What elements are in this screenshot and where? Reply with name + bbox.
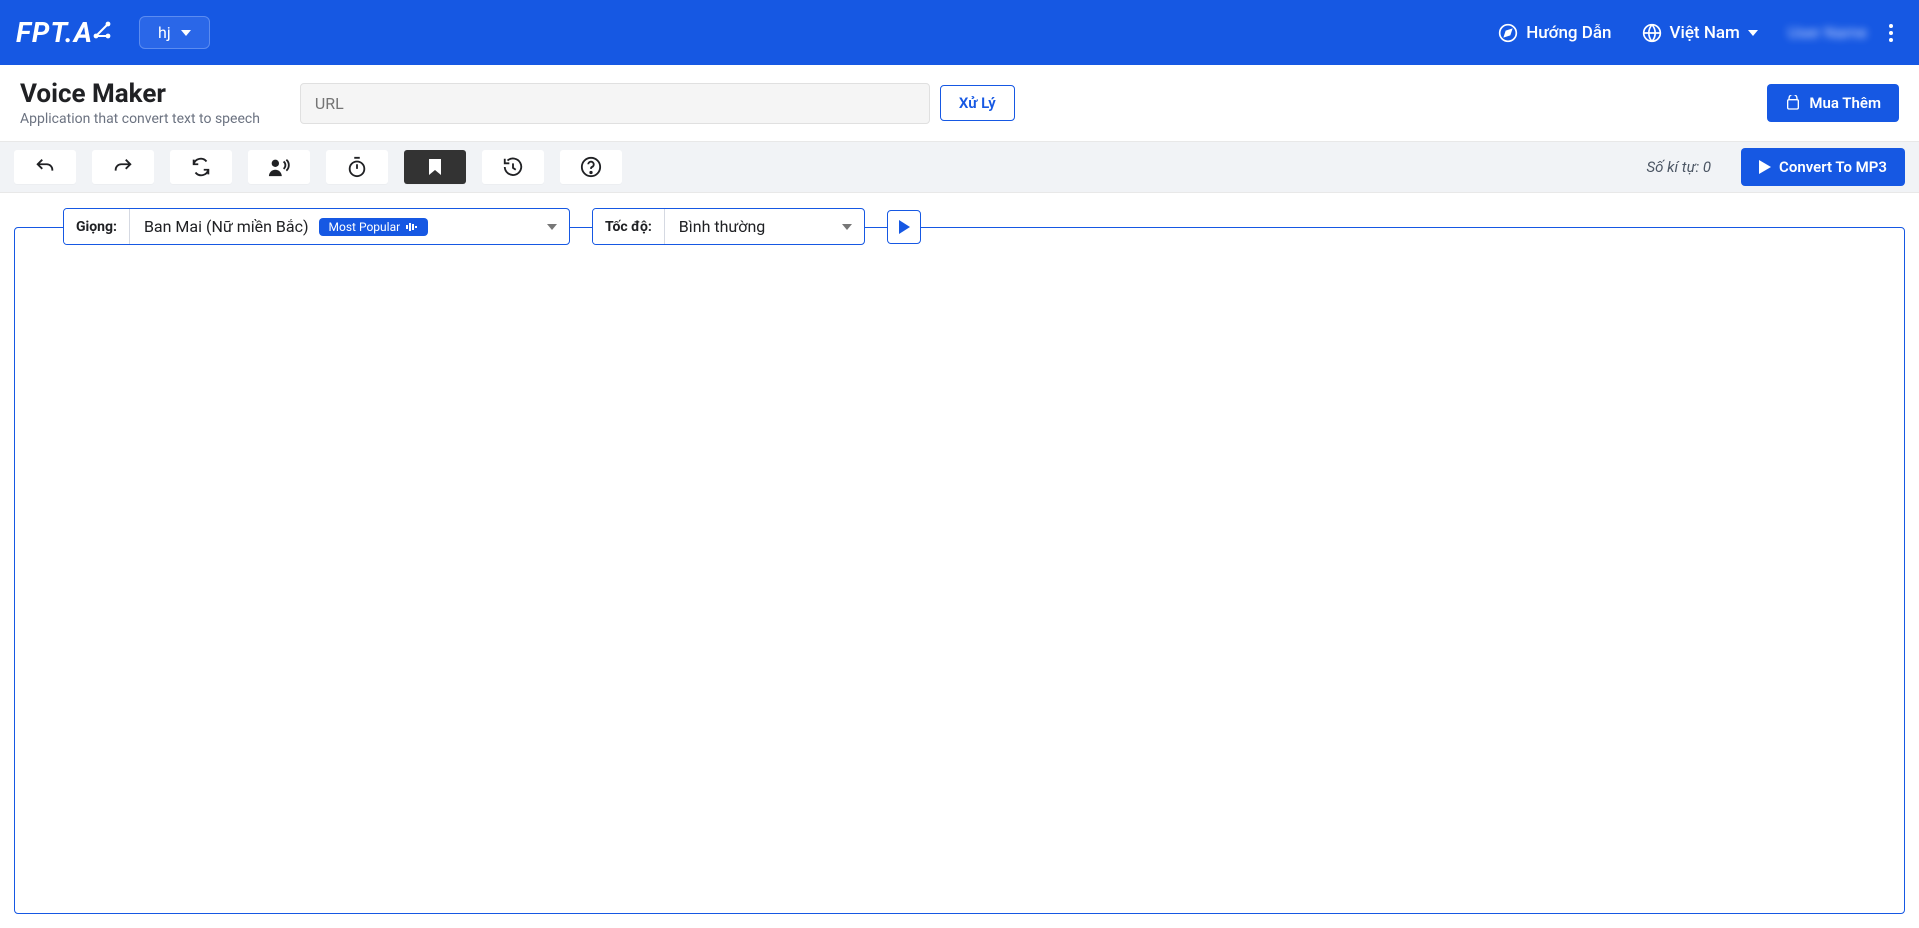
char-count: Số kí tự: 0: [1647, 158, 1712, 176]
editor-wrapper: Giọng: Ban Mai (Nữ miền Bắc) Most Popula…: [0, 227, 1919, 928]
timer-button[interactable]: [326, 150, 388, 184]
speed-select[interactable]: Bình thường: [664, 209, 864, 244]
voice-value: Ban Mai (Nữ miền Bắc): [144, 217, 309, 236]
redo-icon: [112, 156, 134, 178]
chevron-down-icon: [547, 224, 557, 230]
editor-textarea[interactable]: Giọng: Ban Mai (Nữ miền Bắc) Most Popula…: [14, 227, 1905, 914]
guide-label: Hướng Dẫn: [1526, 23, 1611, 43]
chevron-down-icon: [1748, 30, 1758, 36]
undo-icon: [34, 156, 56, 178]
shopping-bag-icon: [1785, 95, 1801, 111]
voice-badge: Most Popular: [319, 218, 429, 236]
bookmark-button[interactable]: [404, 150, 466, 184]
undo-button[interactable]: [14, 150, 76, 184]
play-icon: [899, 220, 910, 234]
redo-button[interactable]: [92, 150, 154, 184]
toolbar: Số kí tự: 0 Convert To MP3: [0, 142, 1919, 193]
find-replace-button[interactable]: [170, 150, 232, 184]
guide-link[interactable]: Hướng Dẫn: [1498, 23, 1611, 43]
help-button[interactable]: [560, 150, 622, 184]
title-block: Voice Maker Application that convert tex…: [20, 79, 260, 127]
sound-bars-icon: [406, 222, 418, 232]
subheader: Voice Maker Application that convert tex…: [0, 65, 1919, 142]
url-input[interactable]: [300, 83, 930, 124]
chevron-down-icon: [842, 224, 852, 230]
page-subtitle: Application that convert text to speech: [20, 111, 260, 127]
preview-play-button[interactable]: [887, 210, 921, 244]
logo-spark-icon: [93, 20, 111, 42]
region-dropdown[interactable]: Việt Nam: [1642, 23, 1758, 43]
play-icon: [1759, 160, 1771, 174]
header-bar: FPT.A hj Hướng Dẫn: [0, 0, 1919, 65]
chevron-down-icon: [181, 30, 191, 36]
page-title: Voice Maker: [20, 79, 260, 109]
globe-icon: [1642, 23, 1662, 43]
bookmark-icon: [427, 158, 443, 176]
project-dropdown-label: hj: [158, 23, 171, 42]
voice-group: Giọng: Ban Mai (Nữ miền Bắc) Most Popula…: [63, 208, 570, 245]
speed-group: Tốc độ: Bình thường: [592, 208, 865, 245]
voice-label: Giọng:: [64, 209, 129, 244]
compass-icon: [1498, 23, 1518, 43]
stopwatch-icon: [346, 156, 368, 178]
more-menu[interactable]: [1879, 24, 1903, 42]
logo-text: FPT.A: [16, 16, 111, 49]
person-speak-icon: [267, 156, 291, 178]
process-button[interactable]: Xử Lý: [940, 85, 1015, 121]
help-circle-icon: [580, 156, 602, 178]
floating-controls: Giọng: Ban Mai (Nữ miền Bắc) Most Popula…: [63, 208, 921, 245]
speed-label: Tốc độ:: [593, 209, 664, 244]
voice-select[interactable]: Ban Mai (Nữ miền Bắc) Most Popular: [129, 209, 569, 244]
buy-more-label: Mua Thêm: [1809, 94, 1881, 112]
convert-button[interactable]: Convert To MP3: [1741, 148, 1905, 186]
account-name[interactable]: User Name: [1788, 23, 1867, 42]
voice-button[interactable]: [248, 150, 310, 184]
logo[interactable]: FPT.A: [16, 16, 111, 49]
project-dropdown[interactable]: hj: [139, 16, 210, 49]
region-label: Việt Nam: [1670, 23, 1740, 43]
speed-value: Bình thường: [679, 217, 765, 236]
buy-more-button[interactable]: Mua Thêm: [1767, 84, 1899, 122]
history-icon: [502, 156, 524, 178]
history-button[interactable]: [482, 150, 544, 184]
convert-label: Convert To MP3: [1779, 158, 1887, 176]
refresh-search-icon: [190, 156, 212, 178]
